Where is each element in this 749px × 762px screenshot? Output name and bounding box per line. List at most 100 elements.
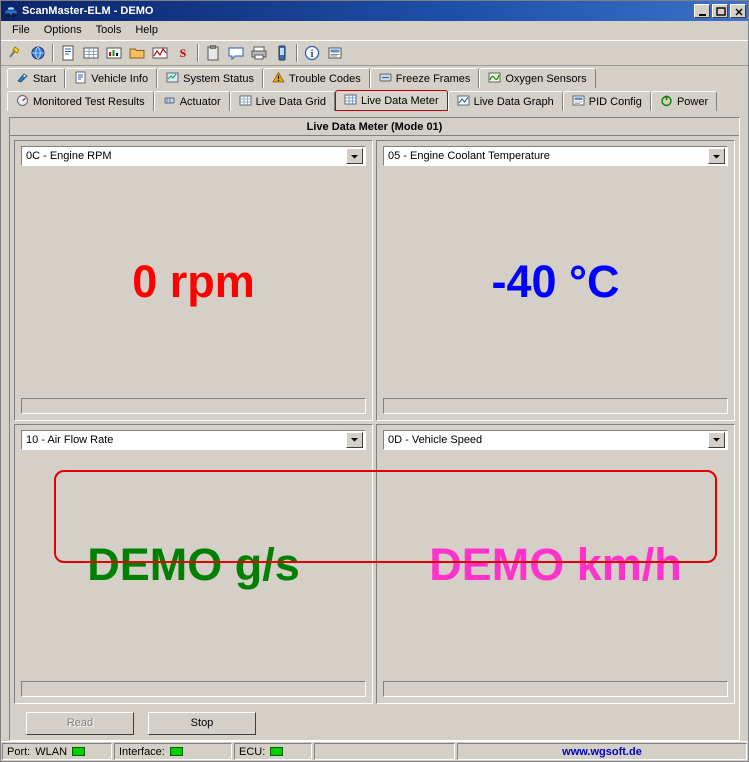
- tab-freeze-frames[interactable]: Freeze Frames: [370, 68, 480, 88]
- tab-start[interactable]: Start: [7, 68, 65, 88]
- tab-label: Monitored Test Results: [33, 96, 145, 108]
- live-data-meter-panel: Live Data Meter (Mode 01) 0C - Engine RP…: [9, 117, 740, 741]
- minimize-icon[interactable]: [694, 4, 710, 18]
- title-bar: ScanMaster-ELM - DEMO: [1, 1, 748, 21]
- window-buttons: [694, 4, 746, 18]
- chevron-down-icon[interactable]: [708, 432, 725, 448]
- status-message: [314, 743, 455, 760]
- menu-item-file[interactable]: File: [5, 22, 37, 38]
- chart-icon[interactable]: [103, 42, 125, 64]
- toolbar-separator: [294, 43, 300, 63]
- status-port: Port: WLAN: [2, 743, 112, 760]
- pid-select-3[interactable]: 10 - Air Flow Rate: [21, 430, 366, 450]
- tab-label: Vehicle Info: [91, 73, 148, 85]
- meter-value-4: DEMO km/h: [429, 539, 682, 591]
- tab-pid-config[interactable]: PID Config: [563, 91, 651, 111]
- menu-bar: File Options Tools Help: [1, 21, 748, 40]
- clipboard-icon[interactable]: [202, 42, 224, 64]
- meter-value-area-4: DEMO km/h: [383, 450, 728, 682]
- tab-system-status[interactable]: System Status: [157, 68, 263, 88]
- tab-monitored-test-results[interactable]: Monitored Test Results: [7, 91, 154, 111]
- meter-grid: 0C - Engine RPM 0 rpm 05 - Engine Coolan…: [10, 136, 739, 706]
- pid-icon[interactable]: [324, 42, 346, 64]
- tab-trouble-codes[interactable]: Trouble Codes: [263, 68, 370, 88]
- tab-power[interactable]: Power: [651, 91, 717, 111]
- chevron-down-icon[interactable]: [346, 148, 363, 164]
- tab-label: Freeze Frames: [396, 73, 471, 85]
- meter-gauge-4: [383, 681, 728, 697]
- window-title: ScanMaster-ELM - DEMO: [22, 5, 694, 17]
- meter-panel-engine-rpm: 0C - Engine RPM 0 rpm: [14, 140, 373, 421]
- actuator-icon: [163, 94, 176, 110]
- meter-value-area-1: 0 rpm: [21, 166, 366, 398]
- tab-strip-secondary: Monitored Test Results Actuator Live Dat…: [1, 89, 748, 111]
- website-link[interactable]: www.wgsoft.de: [562, 746, 642, 758]
- read-button[interactable]: Read: [26, 712, 134, 735]
- tab-label: Power: [677, 96, 708, 108]
- panel-title: Live Data Meter (Mode 01): [10, 118, 739, 136]
- connect-icon[interactable]: [4, 42, 26, 64]
- menu-item-help[interactable]: Help: [128, 22, 165, 38]
- tab-label: Oxygen Sensors: [505, 73, 586, 85]
- info-icon[interactable]: i: [301, 42, 323, 64]
- car-scan-icon: [4, 4, 18, 18]
- tab-vehicle-info[interactable]: Vehicle Info: [65, 68, 157, 88]
- chevron-down-icon[interactable]: [708, 148, 725, 164]
- status-interface-label: Interface:: [119, 746, 165, 758]
- tab-label: Start: [33, 73, 56, 85]
- chevron-down-icon[interactable]: [346, 432, 363, 448]
- pid-select-3-value: 10 - Air Flow Rate: [26, 434, 346, 446]
- pid-select-2-value: 05 - Engine Coolant Temperature: [388, 150, 708, 162]
- pid-select-1-value: 0C - Engine RPM: [26, 150, 346, 162]
- tab-label: Live Data Meter: [361, 95, 439, 107]
- meter-gauge-3: [21, 681, 366, 697]
- globe-icon[interactable]: [27, 42, 49, 64]
- svg-text:S: S: [180, 46, 187, 60]
- scan-icon[interactable]: S: [172, 42, 194, 64]
- svg-text:i: i: [311, 49, 314, 60]
- grid-icon[interactable]: [80, 42, 102, 64]
- meter-value-1: 0 rpm: [132, 256, 255, 308]
- tab-strip-primary: Start Vehicle Info System Status Trouble…: [1, 66, 748, 88]
- status-website: www.wgsoft.de: [457, 743, 747, 760]
- tab-label: Trouble Codes: [289, 73, 361, 85]
- warning-icon: [272, 71, 285, 87]
- toolbar-separator: [50, 43, 56, 63]
- monitor-icon: [16, 94, 29, 110]
- tab-label: Actuator: [180, 96, 221, 108]
- info-icon: [74, 71, 87, 87]
- graph-icon[interactable]: [149, 42, 171, 64]
- tab-actuator[interactable]: Actuator: [154, 91, 230, 111]
- tab-live-data-graph[interactable]: Live Data Graph: [448, 91, 563, 111]
- stop-button[interactable]: Stop: [148, 712, 256, 735]
- folder-icon[interactable]: [126, 42, 148, 64]
- ecu-led-icon: [270, 747, 283, 756]
- menu-item-options[interactable]: Options: [37, 22, 89, 38]
- pid-select-1[interactable]: 0C - Engine RPM: [21, 146, 366, 166]
- toolbar: S: [1, 40, 748, 66]
- meter-value-3: DEMO g/s: [87, 539, 300, 591]
- pid-select-2[interactable]: 05 - Engine Coolant Temperature: [383, 146, 728, 166]
- status-port-label: Port:: [7, 746, 30, 758]
- grid-icon: [239, 94, 252, 110]
- main-content: Live Data Meter (Mode 01) 0C - Engine RP…: [1, 111, 748, 741]
- tab-live-data-meter[interactable]: Live Data Meter: [335, 90, 448, 111]
- report-icon[interactable]: [57, 42, 79, 64]
- tab-label: Live Data Graph: [474, 96, 554, 108]
- comment-icon[interactable]: [225, 42, 247, 64]
- status-port-value: WLAN: [35, 746, 67, 758]
- menu-item-tools[interactable]: Tools: [89, 22, 129, 38]
- close-icon[interactable]: [730, 4, 746, 18]
- tab-live-data-grid[interactable]: Live Data Grid: [230, 91, 335, 111]
- port-led-icon: [72, 747, 85, 756]
- mobile-icon[interactable]: [271, 42, 293, 64]
- tab-label: PID Config: [589, 96, 642, 108]
- printer-icon[interactable]: [248, 42, 270, 64]
- freeze-icon: [379, 71, 392, 87]
- oxygen-icon: [488, 71, 501, 87]
- maximize-icon[interactable]: [712, 4, 728, 18]
- status-icon: [166, 71, 179, 87]
- tab-oxygen-sensors[interactable]: Oxygen Sensors: [479, 68, 595, 88]
- meter-gauge-2: [383, 398, 728, 414]
- pid-select-4[interactable]: 0D - Vehicle Speed: [383, 430, 728, 450]
